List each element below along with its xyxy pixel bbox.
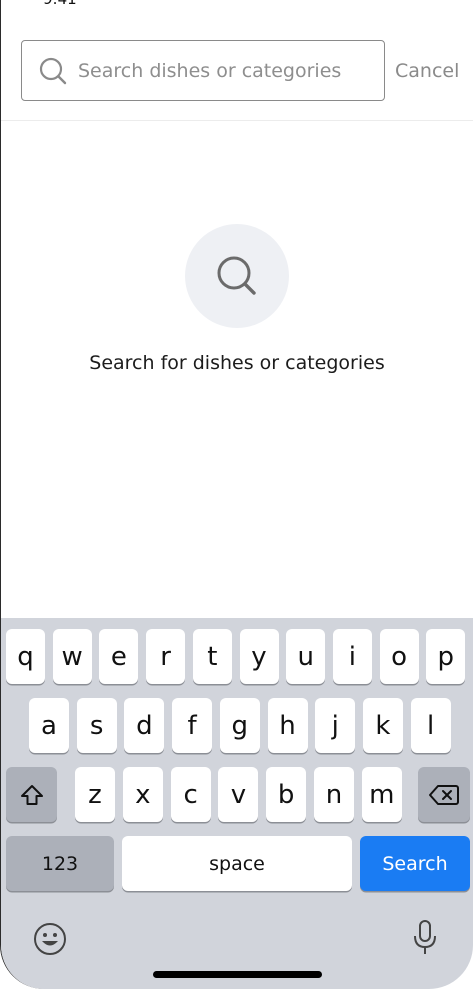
key-d[interactable]: d: [124, 698, 165, 753]
keyboard: qwertyuiop asdfghjkl zxcvbnm 123 space S…: [1, 618, 473, 989]
search-box[interactable]: [21, 40, 385, 101]
search-input[interactable]: [78, 59, 358, 82]
key-v[interactable]: v: [218, 767, 259, 822]
key-l[interactable]: l: [410, 698, 451, 753]
shift-key[interactable]: [6, 767, 57, 822]
search-icon: [217, 256, 256, 295]
key-e[interactable]: e: [99, 629, 139, 684]
key-t[interactable]: t: [192, 629, 232, 684]
empty-state-circle: [185, 224, 289, 328]
search-icon: [39, 57, 67, 84]
microphone-icon[interactable]: [411, 919, 439, 957]
key-w[interactable]: w: [52, 629, 92, 684]
key-a[interactable]: a: [29, 698, 69, 753]
empty-state-message: Search for dishes or categories: [89, 352, 385, 374]
key-z[interactable]: z: [75, 767, 115, 822]
key-j[interactable]: j: [315, 698, 356, 753]
key-p[interactable]: p: [426, 629, 466, 684]
key-c[interactable]: c: [170, 767, 211, 822]
key-g[interactable]: g: [219, 698, 260, 753]
home-indicator: [153, 971, 322, 978]
shift-icon: [20, 784, 43, 805]
emoji-icon[interactable]: [32, 921, 68, 957]
key-i[interactable]: i: [332, 629, 372, 684]
key-u[interactable]: u: [286, 629, 326, 684]
empty-state: Search for dishes or categories: [1, 224, 473, 374]
key-n[interactable]: n: [314, 767, 354, 822]
delete-key[interactable]: [418, 767, 470, 822]
key-q[interactable]: q: [6, 629, 45, 684]
phone-screen: 9:41 Cancel Search for dishes or categor…: [0, 0, 473, 989]
key-x[interactable]: x: [122, 767, 163, 822]
key-b[interactable]: b: [266, 767, 307, 822]
key-o[interactable]: o: [379, 629, 419, 684]
key-h[interactable]: h: [267, 698, 308, 753]
status-bar: 9:41: [1, 0, 473, 34]
space-key[interactable]: space: [122, 836, 352, 891]
status-time: 9:41: [43, 0, 77, 8]
key-k[interactable]: k: [362, 698, 403, 753]
key-f[interactable]: f: [172, 698, 213, 753]
key-s[interactable]: s: [76, 698, 117, 753]
search-key[interactable]: Search: [360, 836, 470, 891]
key-y[interactable]: y: [239, 629, 279, 684]
numbers-key[interactable]: 123: [6, 836, 114, 891]
backspace-icon: [429, 784, 459, 805]
key-r[interactable]: r: [146, 629, 186, 684]
cancel-button[interactable]: Cancel: [395, 60, 459, 82]
search-header: Cancel: [1, 34, 473, 121]
key-m[interactable]: m: [361, 767, 402, 822]
